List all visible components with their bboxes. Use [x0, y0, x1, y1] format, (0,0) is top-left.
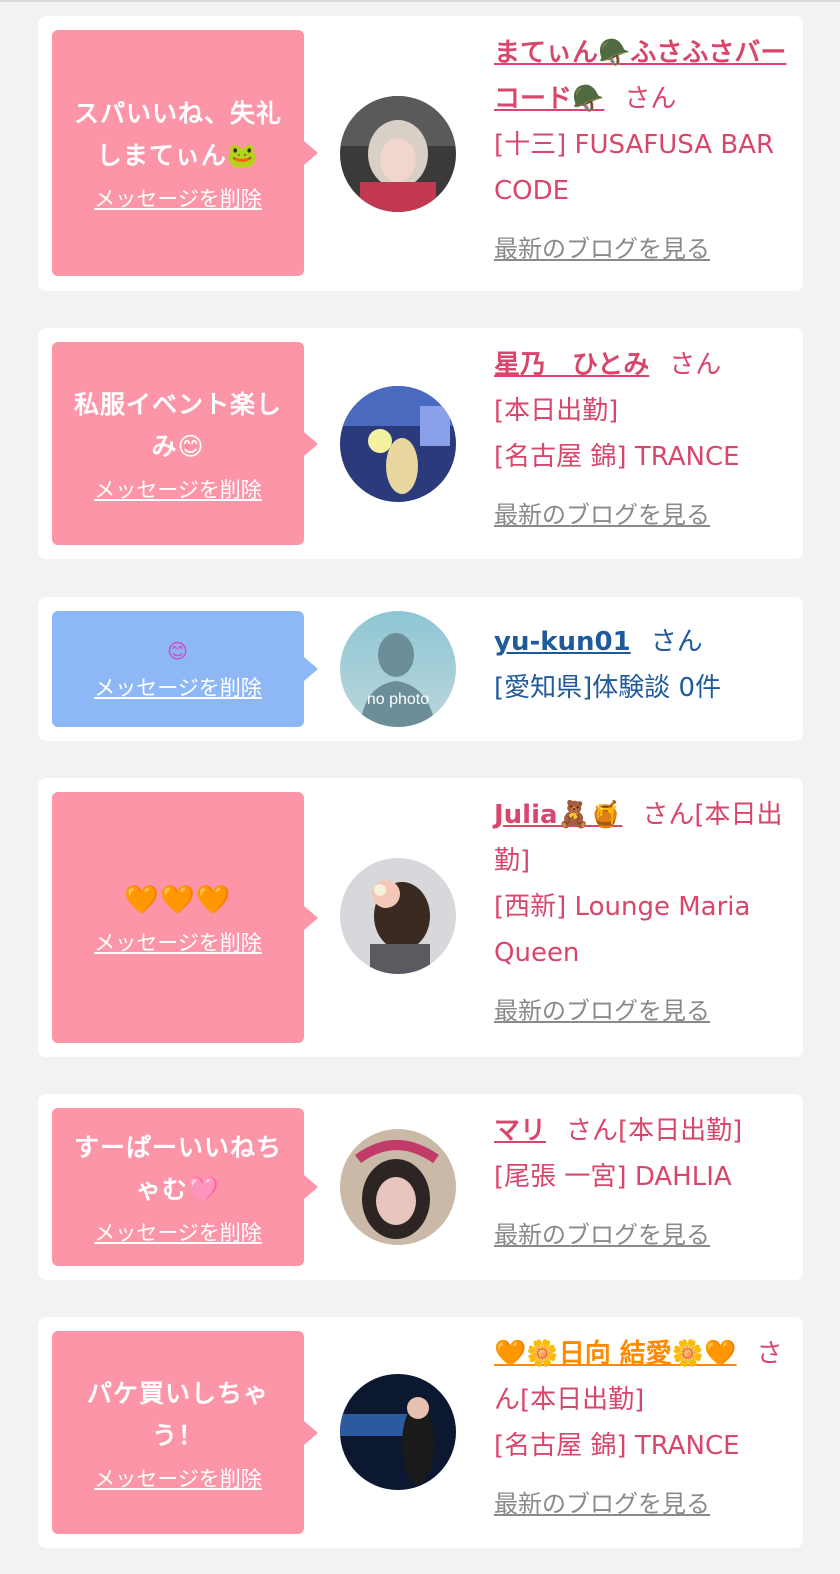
message-card: すーぱーいいねちゃむ🩷 メッセージを削除 マリ さん[本日出勤] [尾張 一宮] … [38, 1094, 803, 1280]
user-info: マリ さん[本日出勤] [尾張 一宮] DAHLIA 最新のブログを見る [494, 1108, 794, 1258]
user-info: 🧡🌼日向 結愛🌼🧡 さん[本日出勤] [名古屋 錦] TRANCE 最新のブログを… [494, 1331, 794, 1527]
delete-message-link[interactable]: メッセージを削除 [94, 929, 262, 957]
avatar[interactable] [340, 858, 456, 974]
shop-info: [西新] Lounge Maria Queen [494, 892, 751, 968]
honorific: さん [669, 350, 722, 380]
user-info: まてぃん🪖ふさふさバーコード🪖 さん [十三] FUSAFUSA BAR CODE… [494, 30, 794, 272]
message-card: 私服イベント楽しみ😊 メッセージを削除 星乃 ひとみ さん [本日出勤] [名古屋… [38, 328, 803, 559]
user-name-link[interactable]: 🧡🌼日向 結愛🌼🧡 [494, 1339, 737, 1369]
status-text: [本日出勤] [494, 396, 619, 426]
message-text: すーぱーいいねちゃむ🩷 [73, 1133, 282, 1204]
shop-info: [十三] FUSAFUSA BAR CODE [494, 130, 775, 206]
message-bubble: 私服イベント楽しみ😊 メッセージを削除 [52, 342, 318, 545]
message-bubble: すーぱーいいねちゃむ🩷 メッセージを削除 [52, 1108, 318, 1266]
top-divider [0, 0, 840, 2]
message-text: 私服イベント楽しみ😊 [73, 389, 282, 461]
delete-message-link[interactable]: メッセージを削除 [94, 1219, 262, 1247]
avatar[interactable] [340, 96, 456, 212]
user-info: Julia🧸🍯 さん[本日出勤] [西新] Lounge Maria Queen … [494, 792, 794, 1034]
user-info: 星乃 ひとみ さん [本日出勤] [名古屋 錦] TRANCE 最新のブログを見る [494, 342, 794, 538]
user-name-link[interactable]: マリ [494, 1116, 546, 1146]
user-name-link[interactable]: Julia🧸🍯 [494, 800, 622, 830]
user-name-link[interactable]: yu-kun01 [494, 627, 631, 657]
shop-info: [尾張 一宮] DAHLIA [494, 1162, 732, 1192]
user-info: yu-kun01 さん [愛知県]体験談 0件 [494, 619, 794, 711]
avatar[interactable]: no photo [340, 611, 456, 727]
message-card: スパいいね、失礼しまてぃん🐸 メッセージを削除 まてぃん🪖ふさふさバーコード🪖 さ… [38, 16, 803, 291]
message-card: 😊 メッセージを削除 no photo yu-kun01 さん [愛知県]体験談 … [38, 597, 803, 741]
review-count: [愛知県]体験談 0件 [494, 673, 722, 703]
user-name-link[interactable]: 星乃 ひとみ [494, 350, 649, 380]
message-text: 😊 [167, 639, 189, 663]
delete-message-link[interactable]: メッセージを削除 [94, 1465, 262, 1493]
message-card: パケ買いしちゃう！ メッセージを削除 🧡🌼日向 結愛🌼🧡 さん[本日出勤] [名古… [38, 1317, 803, 1548]
status-text: さん[本日出勤] [566, 1116, 743, 1146]
avatar[interactable] [340, 1374, 456, 1490]
delete-message-link[interactable]: メッセージを削除 [94, 185, 262, 213]
honorific: さん [624, 84, 677, 114]
message-bubble: スパいいね、失礼しまてぃん🐸 メッセージを削除 [52, 30, 318, 276]
shop-info: [名古屋 錦] TRANCE [494, 1431, 740, 1461]
delete-message-link[interactable]: メッセージを削除 [94, 674, 262, 702]
message-text: スパいいね、失礼しまてぃん🐸 [73, 99, 282, 170]
latest-blog-link[interactable]: 最新のブログを見る [494, 492, 794, 538]
latest-blog-link[interactable]: 最新のブログを見る [494, 988, 794, 1034]
message-bubble: 😊 メッセージを削除 [52, 611, 318, 727]
message-text: パケ買いしちゃう！ [86, 1378, 269, 1450]
avatar[interactable] [340, 1129, 456, 1245]
shop-info: [名古屋 錦] TRANCE [494, 442, 740, 472]
delete-message-link[interactable]: メッセージを削除 [94, 476, 262, 504]
message-bubble: 🧡🧡🧡 メッセージを削除 [52, 792, 318, 1043]
message-text: 🧡🧡🧡 [124, 882, 232, 916]
no-photo-label: no photo [366, 691, 430, 708]
message-bubble: パケ買いしちゃう！ メッセージを削除 [52, 1331, 318, 1534]
honorific: さん [650, 627, 703, 657]
latest-blog-link[interactable]: 最新のブログを見る [494, 1481, 794, 1527]
avatar[interactable] [340, 386, 456, 502]
message-card: 🧡🧡🧡 メッセージを削除 Julia🧸🍯 さん[本日出勤] [西新] Lounge… [38, 778, 803, 1057]
latest-blog-link[interactable]: 最新のブログを見る [494, 1212, 794, 1258]
latest-blog-link[interactable]: 最新のブログを見る [494, 226, 794, 272]
